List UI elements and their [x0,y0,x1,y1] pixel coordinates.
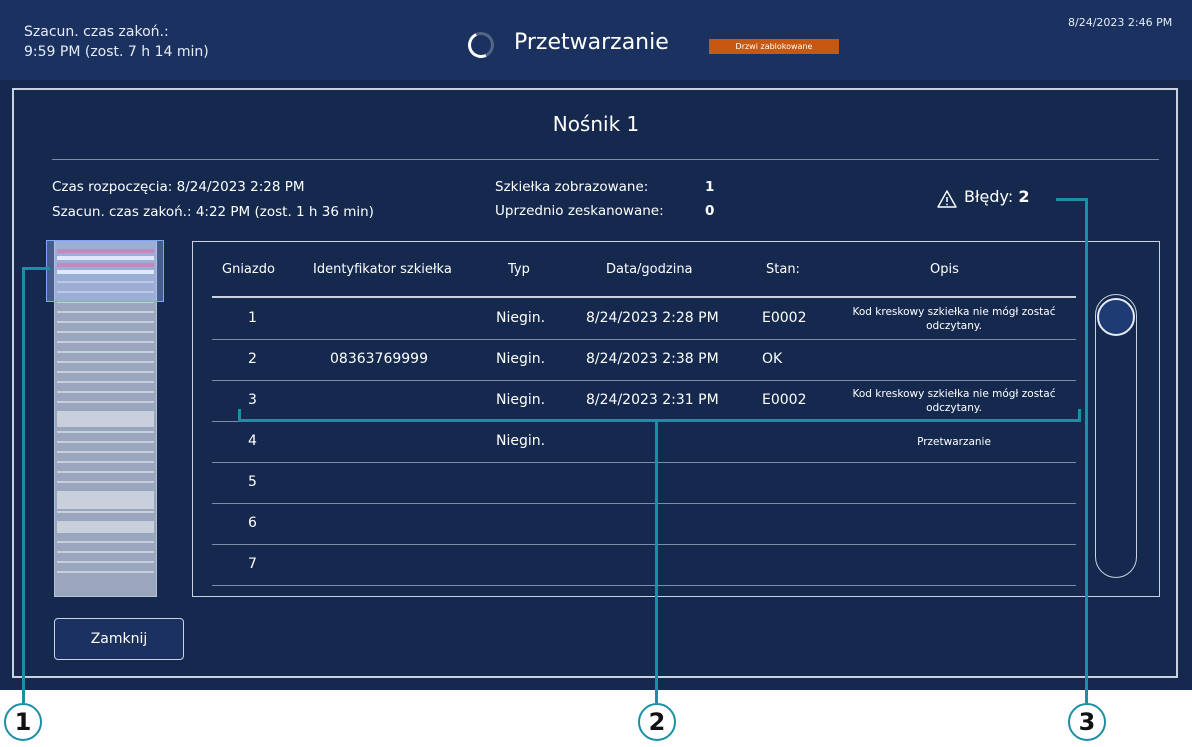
carrier-slot [57,441,154,443]
table-row[interactable] [212,545,1076,585]
overall-eta-value: 9:59 PM (zost. 7 h 14 min) [24,44,209,60]
table-row[interactable] [212,504,1076,544]
callout-3: 3 [1068,703,1106,741]
carrier-slot [57,511,154,513]
table-header-divider [212,296,1076,298]
callout-2-line [655,419,658,703]
prescanned-value: 0 [705,203,715,219]
warning-icon [937,190,957,208]
carrier-slot [57,561,154,563]
start-time-info: Czas rozpoczęcia: 8/24/2023 2:28 PM [52,179,305,195]
imaged-slides-value: 1 [705,179,715,195]
carrier-band [57,413,154,427]
carrier-slot [57,521,154,523]
carrier-slot [57,531,154,533]
carrier-slot [57,391,154,393]
callout-1: 1 [4,703,42,741]
imaged-slides-label: Szkiełka zobrazowane: [495,179,649,195]
close-button[interactable]: Zamknij [54,618,184,660]
panel-title: Nośnik 1 [552,112,640,136]
prescanned-label: Uprzednio zeskanowane: [495,203,664,219]
carrier-slot [57,371,154,373]
carrier-eta-label: Szacun. czas zakoń.: [52,204,192,220]
table-row[interactable] [212,299,1076,339]
table-scrollbar[interactable] [1095,294,1137,578]
carrier-eta-info: Szacun. czas zakoń.: 4:22 PM (zost. 1 h … [52,204,374,220]
carrier-slot [57,381,154,383]
errors-counter[interactable]: Błędy: 2 [964,187,1029,206]
carrier-slot [57,401,154,403]
callout-2-bracket-left [238,409,241,421]
carrier-slot [57,451,154,453]
processing-status: Przetwarzanie [514,30,669,55]
carrier-slot [57,321,154,323]
carrier-slot [57,491,154,493]
carrier-slot [57,351,154,353]
column-header-slide-id: Identyfikator szkiełka [313,262,452,277]
column-header-datetime: Data/godzina [606,262,693,277]
errors-count: 2 [1018,187,1030,206]
callout-2-bracket-right [1078,409,1081,421]
top-status-bar: Szacun. czas zakoń.: 9:59 PM (zost. 7 h … [0,0,1192,80]
carrier-eta-value: 4:22 PM (zost. 1 h 36 min) [195,204,374,220]
carrier-slot [57,311,154,313]
overall-eta-label: Szacun. czas zakoń.: [24,24,169,40]
callout-2: 2 [638,703,676,741]
errors-label: Błędy: [964,187,1014,206]
table-row[interactable] [212,422,1076,462]
callout-1-line [22,267,25,703]
column-header-description: Opis [930,262,959,277]
row-divider [212,585,1076,586]
table-row[interactable] [212,381,1076,421]
carrier-band [57,523,154,531]
door-locked-badge: Drzwi zablokowane [709,39,839,54]
callout-1-line-h [22,267,50,270]
table-row[interactable] [212,340,1076,380]
carrier-slot [57,411,154,413]
carrier-slot [57,431,154,433]
carrier-slot [57,331,154,333]
callout-3-line-h [1056,198,1087,201]
column-header-slot: Gniazdo [222,262,275,277]
carrier-slot [57,361,154,363]
table-row[interactable] [212,463,1076,503]
start-time-label: Czas rozpoczęcia: [52,179,173,195]
scrollbar-thumb[interactable] [1097,298,1135,336]
column-header-type: Typ [508,262,530,277]
carrier-slot [57,501,154,503]
carrier-slot [57,421,154,423]
callout-3-line [1085,198,1088,703]
carrier-band [57,491,154,509]
carrier-slot [57,481,154,483]
processing-spinner-icon [464,28,498,62]
carrier-slot [57,341,154,343]
divider [52,159,1159,160]
current-datetime: 8/24/2023 2:46 PM [1068,16,1173,29]
start-time-value: 8/24/2023 2:28 PM [176,179,305,195]
carrier-slot [57,551,154,553]
callout-2-bracket [238,419,1081,422]
column-header-status: Stan: [766,262,800,277]
carrier-slot [57,541,154,543]
carrier-slot [57,461,154,463]
carrier-slot-selector[interactable] [46,240,164,302]
carrier-slot [57,571,154,573]
carrier-slot [57,471,154,473]
